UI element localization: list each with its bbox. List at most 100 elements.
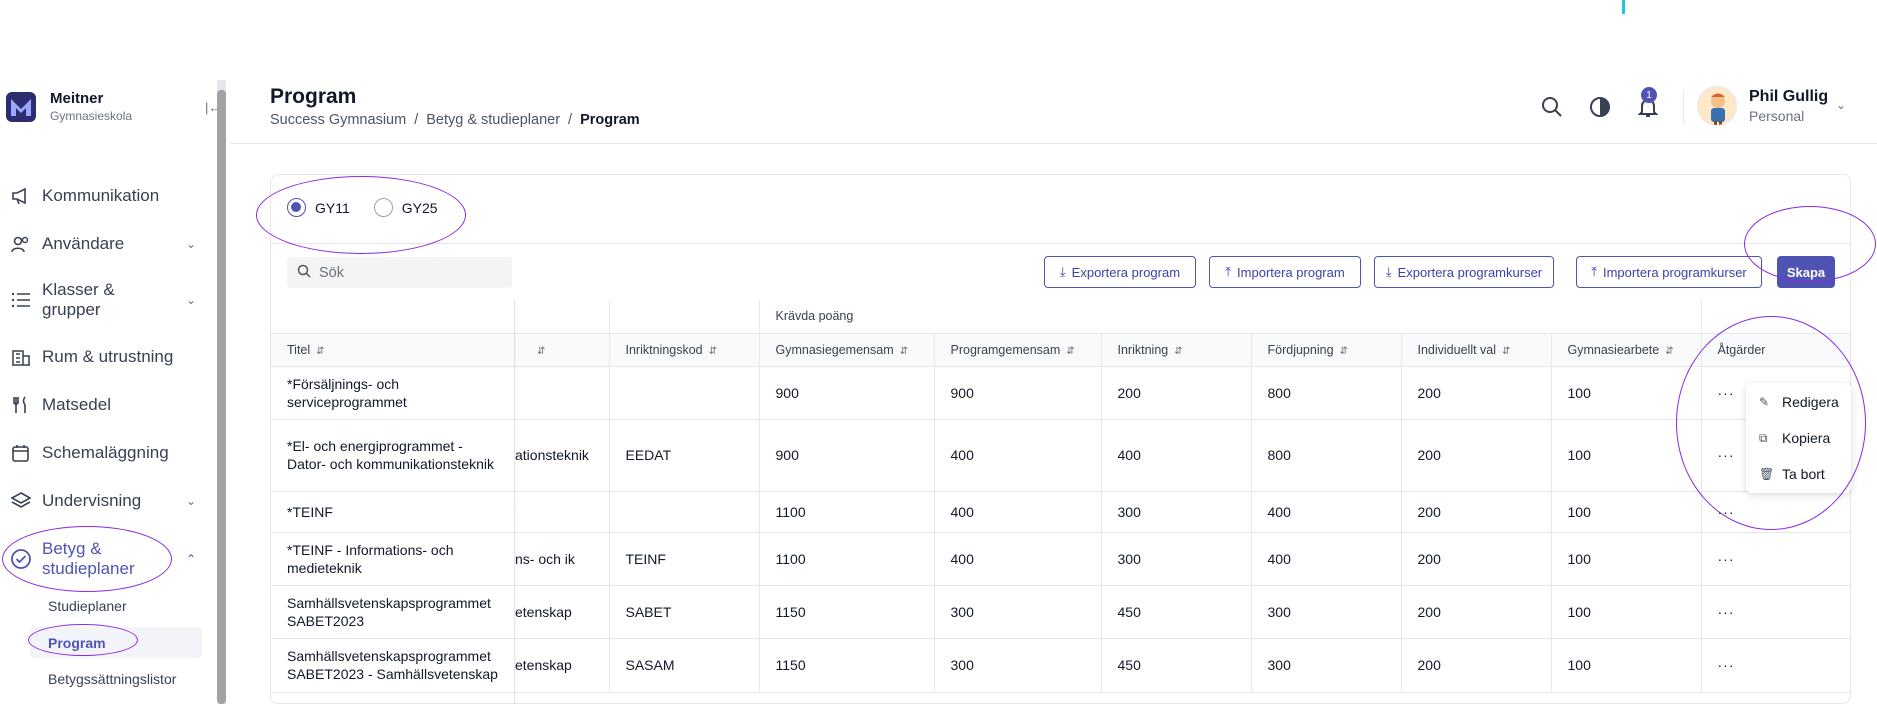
menu-item-kopiera[interactable]: ⧉ Kopiera [1759, 430, 1830, 446]
program-table: Krävda poäng Titel ⇵ ⇵ Inriktningskod ⇵ Gy… [271, 300, 1851, 693]
row-inriktning: 450 [1101, 638, 1252, 693]
row-actions-button[interactable]: ··· [1701, 532, 1851, 586]
col-header-gymnasiearbete[interactable]: Gymnasiearbete ⇵ [1551, 333, 1702, 367]
theme-toggle-icon[interactable] [1588, 95, 1612, 119]
row-programgemensam: 400 [934, 419, 1102, 492]
sidebar-item-matsedel[interactable]: Matsedel [10, 394, 200, 416]
row-fordjupning: 300 [1251, 585, 1402, 639]
notification-badge: 1 [1641, 87, 1657, 103]
sidebar-scrollbar[interactable] [217, 90, 226, 704]
user-role: Personal [1749, 108, 1805, 124]
avatar[interactable] [1697, 86, 1737, 126]
row-programgemensam: 900 [934, 366, 1102, 420]
row-programgemensam: 300 [934, 585, 1102, 639]
chevron-up-icon: ⌃ [185, 552, 196, 566]
sidebar-item-label: Betyg & studieplaner [42, 539, 135, 578]
search-box[interactable] [287, 257, 512, 288]
user-name[interactable]: Phil Gullig [1749, 88, 1828, 106]
row-actions-button[interactable]: ··· [1701, 491, 1851, 533]
chevron-down-icon: ⌄ [185, 494, 196, 508]
header-divider [230, 143, 1877, 144]
breadcrumb-school[interactable]: Success Gymnasium [270, 112, 406, 128]
sidebar-item-schemalaggning[interactable]: Schemaläggning [10, 442, 200, 464]
export-program-button[interactable]: ⤓ Exportera program [1044, 256, 1196, 288]
radio-gy11[interactable] [287, 198, 306, 217]
col-header-inriktning[interactable]: Inriktning ⇵ [1101, 333, 1252, 367]
sidebar-item-label: Schemaläggning [42, 443, 169, 462]
row-inriktning: 300 [1101, 532, 1252, 586]
radio-label-gy11[interactable]: GY11 [315, 200, 350, 216]
col-header-programgemensam[interactable]: Programgemensam ⇵ [934, 333, 1102, 367]
sidebar-item-betyg[interactable]: Betyg & studieplaner ⌃ [10, 539, 200, 579]
sidebar-subitem-program[interactable]: Program [48, 635, 106, 651]
import-program-label: Importera program [1237, 264, 1345, 280]
sidebar-item-kommunikation[interactable]: Kommunikation [10, 185, 200, 207]
row-inriktningskod: TEINF [609, 532, 760, 586]
row-actions-button[interactable]: ··· [1701, 638, 1851, 693]
table-row[interactable]: Samhällsvetenskapsprogrammet SABET2023 -… [271, 638, 1851, 693]
table-row[interactable]: *TEINF 1100 400 300 400 200 100 ··· [271, 491, 1851, 533]
search-input[interactable] [319, 264, 489, 281]
chevron-down-icon[interactable]: ⌄ [1836, 98, 1846, 112]
users-icon [10, 233, 32, 255]
sidebar-item-anvandare[interactable]: Användare ⌄ [10, 233, 200, 255]
breadcrumb-separator: / [414, 112, 419, 128]
sidebar-item-label: Kommunikation [42, 186, 160, 205]
row-inriktningskod: EEDAT [609, 419, 760, 492]
col-header-atgarder: Åtgärder [1701, 333, 1851, 367]
sidebar-item-undervisning[interactable]: Undervisning ⌄ [10, 490, 200, 512]
sidebar-item-klasser[interactable]: Klasser & grupper ⌄ [10, 280, 200, 320]
menu-item-redigera[interactable]: ✎ Redigera [1759, 394, 1839, 410]
import-program-button[interactable]: ⤒ Importera program [1209, 256, 1361, 288]
row-actions-button[interactable]: ··· [1701, 585, 1851, 639]
sidebar-item-label: Matsedel [42, 395, 111, 414]
sidebar-item-label: Undervisning [42, 491, 142, 510]
row-inriktningskod [609, 491, 760, 533]
col-header-gymnasiegemensam[interactable]: Gymnasiegemensam ⇵ [759, 333, 935, 367]
brand[interactable]: Meitner Gymnasieskola [6, 90, 132, 123]
import-courses-button[interactable]: ⤒ Importera programkurser [1576, 256, 1762, 288]
row-inriktning: 300 [1101, 491, 1252, 533]
menu-item-ta-bort[interactable]: 🗑 Ta bort [1759, 466, 1825, 482]
table-row[interactable]: *TEINF - Informations- och medieteknik ns… [271, 532, 1851, 586]
export-program-label: Exportera program [1071, 264, 1181, 280]
row-hidden-column: ns- och ik [515, 532, 610, 586]
row-title: *TEINF [271, 491, 515, 533]
search-icon[interactable] [1540, 95, 1564, 119]
create-button[interactable]: Skapa [1777, 256, 1835, 288]
sidebar-subitem-studieplaner[interactable]: Studieplaner [48, 598, 127, 614]
row-programgemensam: 400 [934, 532, 1102, 586]
table-group-header: Krävda poäng [271, 300, 1851, 334]
radio-gy25[interactable] [373, 198, 393, 217]
sort-icon: ⇵ [1066, 345, 1075, 357]
pencil-icon: ✎ [1759, 395, 1770, 409]
table-row[interactable]: *Försäljnings- och serviceprogrammet 900 9… [271, 366, 1851, 420]
row-inriktning: 400 [1101, 419, 1252, 492]
col-header-inriktningskod[interactable]: Inriktningskod ⇵ [609, 333, 760, 367]
meitner-logo [6, 91, 36, 122]
col-header-hidden[interactable]: ⇵ [515, 333, 610, 367]
row-individuellt-val: 200 [1401, 532, 1552, 586]
menu-item-label: Ta bort [1782, 466, 1825, 482]
row-fordjupning: 300 [1251, 638, 1402, 693]
table-row[interactable]: *El- och energiprogrammet - Dator- och k… [271, 419, 1851, 492]
sidebar-item-rum[interactable]: Rum & utrustning [10, 346, 200, 368]
col-header-individuellt-val[interactable]: Individuellt val ⇵ [1401, 333, 1552, 367]
table-row[interactable]: Samhällsvetenskapsprogrammet SABET2023 et… [271, 585, 1851, 639]
sidebar-item-label: Användare [42, 234, 125, 253]
col-header-fordjupning[interactable]: Fördjupning ⇵ [1251, 333, 1402, 367]
row-gymnasiearbete: 100 [1551, 585, 1702, 639]
col-header-titel[interactable]: Titel ⇵ [271, 333, 515, 367]
sidebar-subitem-betygssattningslistor[interactable]: Betygssättningslistor [48, 671, 176, 687]
row-gymnasiegemensam: 1100 [759, 532, 935, 586]
copy-icon: ⧉ [1759, 430, 1768, 445]
row-hidden-column [515, 491, 610, 533]
export-courses-button[interactable]: ⤓ Exportera programkurser [1374, 256, 1554, 288]
breadcrumb-betyg[interactable]: Betyg & studieplaner [426, 112, 560, 128]
row-gymnasiearbete: 100 [1551, 638, 1702, 693]
fork-knife-icon [10, 394, 32, 416]
radio-label-gy25[interactable]: GY25 [402, 200, 438, 216]
row-inriktningskod: SABET [609, 585, 760, 639]
row-inriktning: 200 [1101, 366, 1252, 420]
breadcrumb-current: Program [580, 112, 640, 128]
